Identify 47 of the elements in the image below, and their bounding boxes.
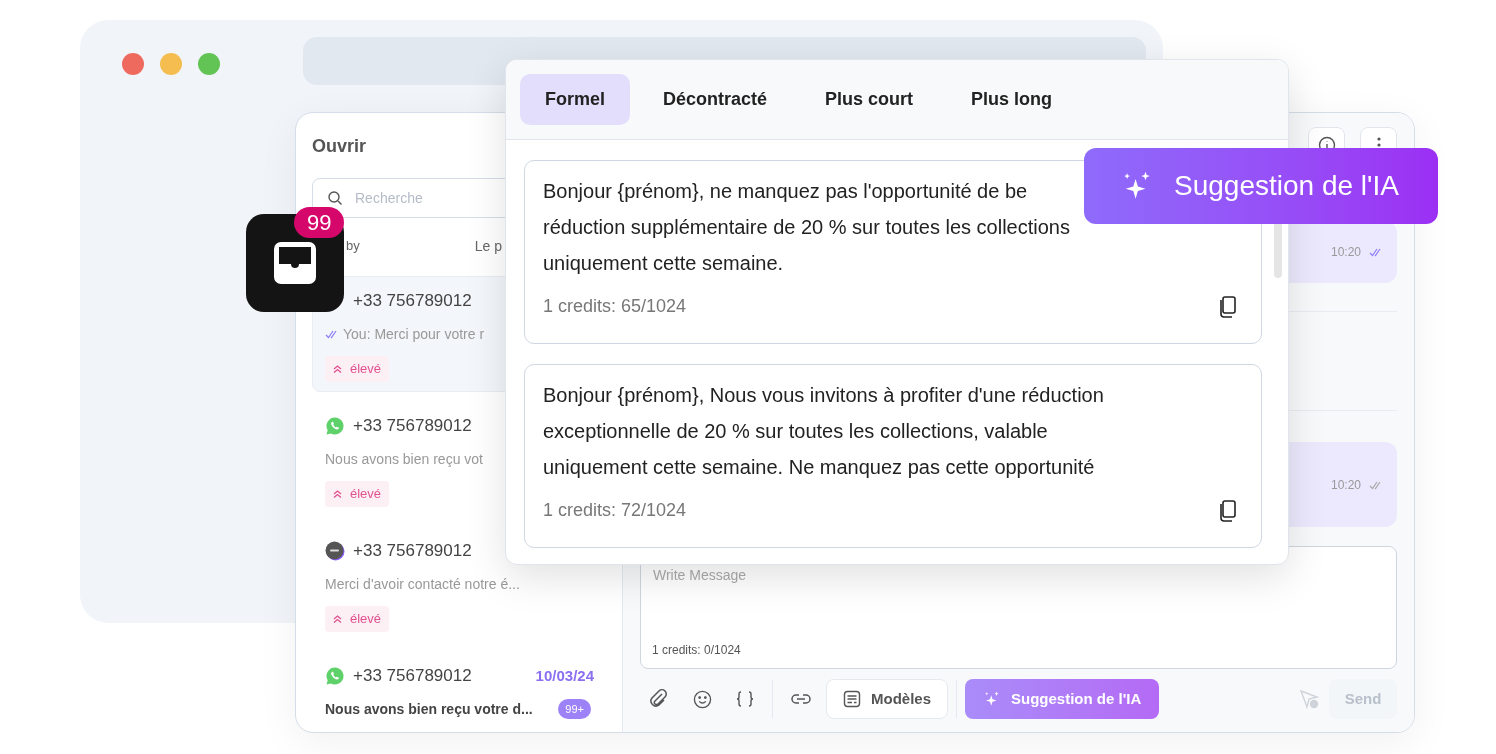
search-icon bbox=[327, 190, 343, 206]
message-time: 10:20 bbox=[1330, 244, 1361, 261]
chevron-up-icon bbox=[333, 365, 342, 373]
column-label: Le p bbox=[474, 236, 502, 256]
suggestion-text-line: réduction supplémentaire de 20 % sur toutes les collections bbox=[543, 215, 1070, 239]
double-check-icon bbox=[1369, 479, 1383, 490]
whatsapp-icon bbox=[325, 416, 345, 436]
link-icon[interactable] bbox=[791, 693, 811, 705]
tone-tab[interactable]: Plus court bbox=[800, 74, 939, 125]
inbox-app-icon[interactable] bbox=[246, 214, 344, 312]
emoji-icon[interactable] bbox=[693, 689, 712, 709]
panel-title: Ouvrir bbox=[312, 135, 368, 158]
sort-label: by bbox=[346, 237, 360, 256]
templates-button[interactable]: Modèles bbox=[826, 679, 948, 719]
phone-number: +33 756789012 bbox=[353, 415, 472, 438]
message-preview: You: Merci pour votre r bbox=[343, 324, 485, 344]
template-icon bbox=[843, 690, 861, 708]
unread-badge: 99+ bbox=[558, 698, 591, 720]
priority-tag: élevé bbox=[325, 606, 390, 632]
inbox-icon bbox=[272, 240, 318, 286]
whatsapp-icon bbox=[325, 666, 345, 686]
chevron-up-icon bbox=[333, 615, 342, 623]
sms-icon bbox=[325, 541, 345, 561]
variables-icon[interactable] bbox=[736, 690, 754, 708]
tone-tab[interactable]: Décontracté bbox=[638, 74, 793, 125]
priority-tag: élevé bbox=[325, 356, 390, 382]
double-check-icon bbox=[1369, 247, 1383, 257]
message-preview: Merci d'avoir contacté notre é... bbox=[325, 574, 520, 594]
copy-icon[interactable] bbox=[1219, 295, 1237, 318]
suggestion-card[interactable]: Bonjour {prénom}, Nous vous invitons à profiter d'une réduction exceptionnelle de 20 % sur toutes les collections, valable uniquement cette semaine. Ne manquez pas cette opportunité 1 credits: 72/1024 bbox=[524, 364, 1262, 548]
copy-icon[interactable] bbox=[1219, 499, 1237, 522]
tone-tab[interactable]: Plus long bbox=[946, 74, 1078, 125]
attachment-icon[interactable] bbox=[650, 689, 668, 709]
message-preview: Nous avons bien reçu vot bbox=[325, 449, 483, 469]
phone-number: +33 756789012 bbox=[353, 290, 472, 313]
message-time: 10:20 bbox=[1330, 476, 1361, 494]
tone-tab[interactable]: Formel bbox=[520, 74, 630, 125]
sparkle-icon bbox=[983, 690, 1001, 708]
suggestion-text-line: uniquement cette semaine. bbox=[543, 251, 784, 275]
phone-number: +33 756789012 bbox=[353, 665, 472, 688]
message-preview: Nous avons bien reçu votre d... bbox=[325, 699, 533, 719]
double-check-icon bbox=[325, 329, 339, 339]
chevron-up-icon bbox=[333, 490, 342, 498]
phone-number: +33 756789012 bbox=[353, 540, 472, 563]
priority-tag: élevé bbox=[325, 481, 390, 507]
conversation-date: 10/03/24 bbox=[535, 665, 594, 686]
credits-counter: 1 credits: 0/1024 bbox=[652, 642, 741, 659]
